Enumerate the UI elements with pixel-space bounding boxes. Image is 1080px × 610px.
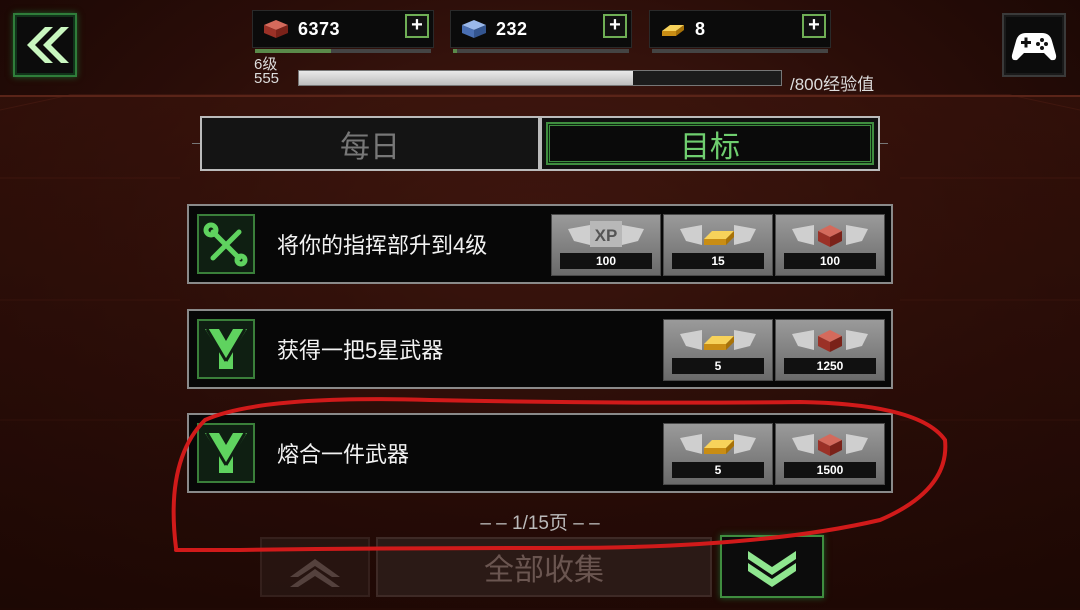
quest-card[interactable]: 将你的指挥部升到4级 XP 100 15 100 xyxy=(187,204,893,284)
iron-resource: 6373 + xyxy=(252,10,434,53)
crystal-progress-bar xyxy=(453,49,629,53)
weapon-emblem-icon xyxy=(205,328,247,369)
quest-text: 熔合一件武器 xyxy=(277,442,410,467)
gold-bar-icon xyxy=(680,330,756,350)
reward-value: 5 xyxy=(672,462,764,478)
xp-progress-bar xyxy=(298,70,782,86)
scroll-down-button[interactable] xyxy=(720,535,824,598)
reward-gold: 5 xyxy=(663,423,773,485)
iron-block-icon xyxy=(792,434,868,456)
gamepad-icon xyxy=(1011,33,1057,61)
quest-badge xyxy=(197,319,255,379)
double-chevron-left-icon xyxy=(27,27,69,63)
reward-xp: XP 100 xyxy=(551,214,661,276)
reward-value: 100 xyxy=(784,253,876,269)
reward-value: 5 xyxy=(672,358,764,374)
crystal-block-icon xyxy=(462,20,486,38)
xp-badge-icon: XP xyxy=(568,221,644,247)
add-iron-button[interactable]: + xyxy=(405,14,429,38)
quest-badge xyxy=(197,423,255,483)
quest-rewards: XP 100 15 100 xyxy=(551,214,885,276)
page-indicator: – – 1/15页 – – xyxy=(480,513,600,534)
quest-rewards: 5 1500 xyxy=(663,423,885,485)
collect-all-label: 全部收集 xyxy=(484,554,604,587)
gold-bar-icon xyxy=(680,225,756,245)
tab-daily[interactable]: 每日 xyxy=(200,116,540,171)
back-button[interactable] xyxy=(13,13,77,77)
quest-card[interactable]: 熔合一件武器 5 1500 xyxy=(187,413,893,493)
iron-block-icon xyxy=(792,225,868,247)
xp-current: 555 xyxy=(254,70,280,87)
quest-tabs: 每日 目标 xyxy=(200,116,880,171)
reward-value: 1500 xyxy=(784,462,876,478)
reward-iron: 100 xyxy=(775,214,885,276)
reward-iron: 1250 xyxy=(775,319,885,381)
quest-card[interactable]: 获得一把5星武器 5 1250 xyxy=(187,309,893,389)
quest-rewards: 5 1250 xyxy=(663,319,885,381)
game-services-button[interactable] xyxy=(1002,13,1066,77)
reward-value: 1250 xyxy=(784,358,876,374)
tab-goals[interactable]: 目标 xyxy=(540,116,880,171)
collect-all-button[interactable]: 全部收集 xyxy=(376,537,712,597)
reward-gold: 15 xyxy=(663,214,773,276)
crystal-resource: 232 + xyxy=(450,10,632,53)
quest-text: 将你的指挥部升到4级 xyxy=(277,233,488,258)
gold-progress-bar xyxy=(652,49,828,53)
weapon-emblem-icon xyxy=(205,432,247,473)
xp-badge-label: XP xyxy=(595,226,618,245)
gold-bar-icon xyxy=(662,25,684,36)
add-crystal-button[interactable]: + xyxy=(603,14,627,38)
reward-iron: 1500 xyxy=(775,423,885,485)
scroll-up-button[interactable] xyxy=(260,537,370,597)
reward-value: 100 xyxy=(560,253,652,269)
crystal-value: 232 xyxy=(496,19,528,39)
tab-daily-label: 每日 xyxy=(340,130,400,164)
quest-text: 获得一把5星武器 xyxy=(277,338,444,363)
iron-block-icon xyxy=(792,330,868,352)
add-gold-button[interactable]: + xyxy=(802,14,826,38)
chevron-up-icon xyxy=(290,559,340,587)
gold-bar-icon xyxy=(680,434,756,454)
iron-value: 6373 xyxy=(298,19,341,39)
chevron-down-icon xyxy=(748,551,796,587)
gold-value: 8 xyxy=(695,19,706,39)
gold-resource: 8 + xyxy=(649,10,831,53)
iron-block-icon xyxy=(264,20,288,38)
wrench-screwdriver-icon xyxy=(203,222,248,267)
tab-goals-label: 目标 xyxy=(680,130,740,164)
reward-value: 15 xyxy=(672,253,764,269)
xp-max: /800经验值 xyxy=(790,75,875,94)
reward-gold: 5 xyxy=(663,319,773,381)
iron-progress-bar xyxy=(255,49,431,53)
quest-badge xyxy=(197,214,255,274)
